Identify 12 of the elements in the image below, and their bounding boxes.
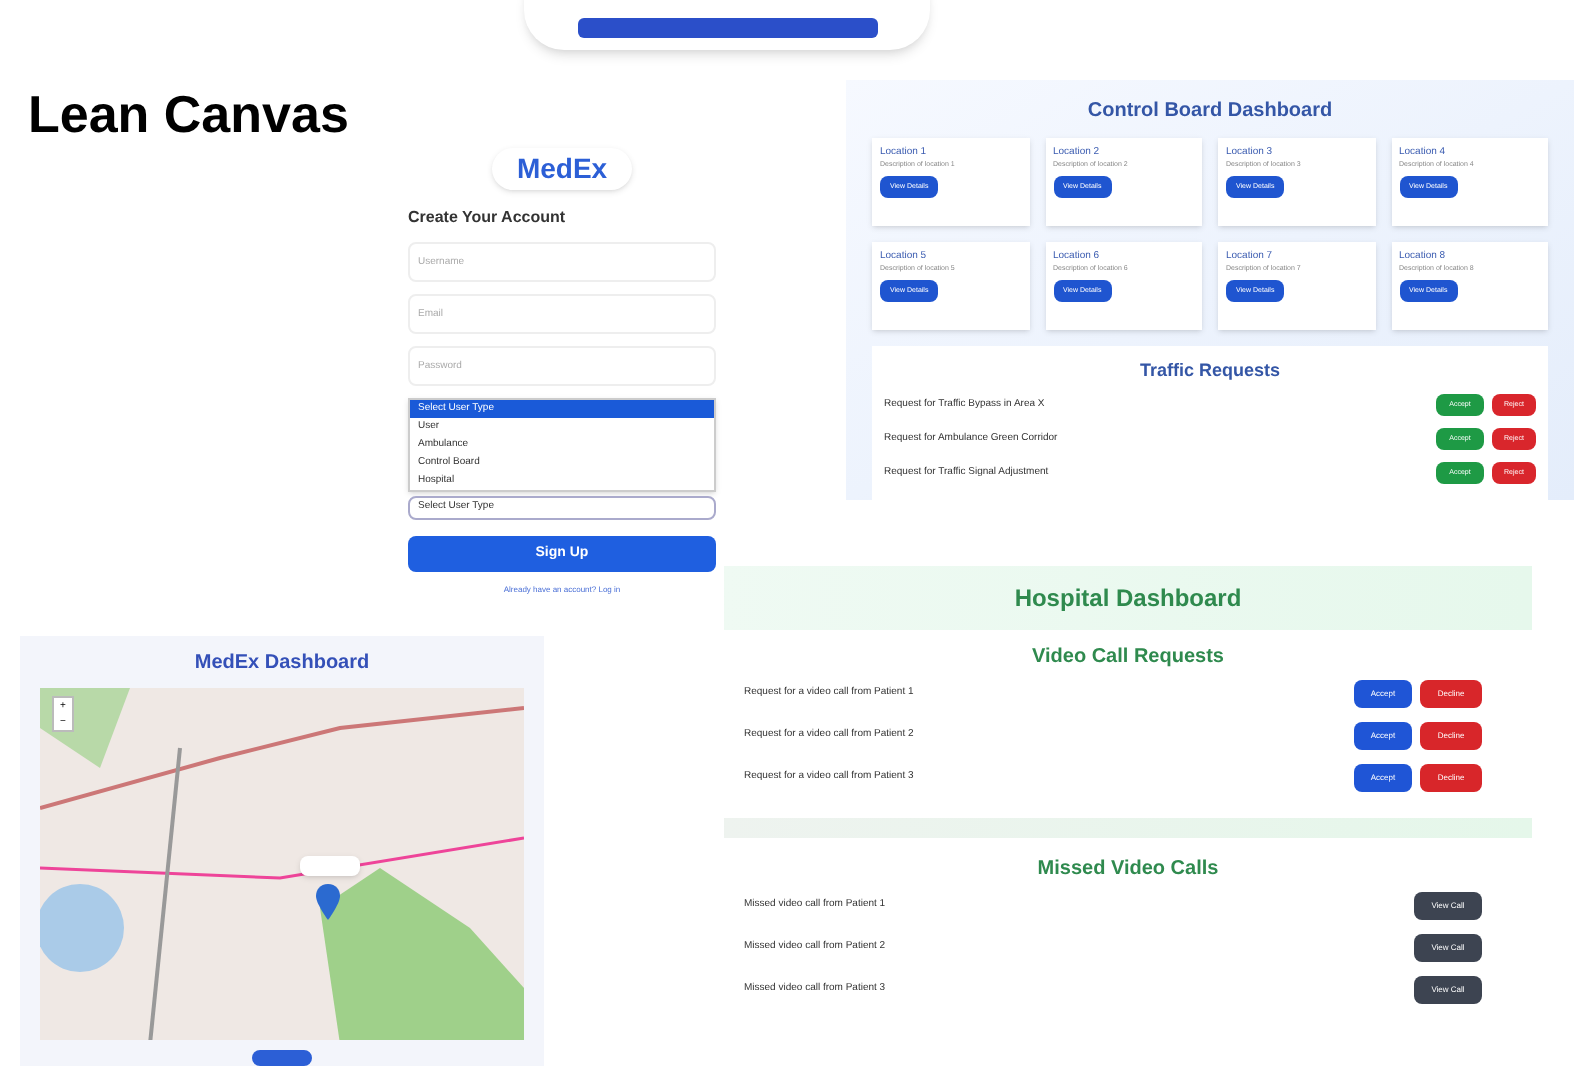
dashboard-title: Hospital Dashboard — [1014, 582, 1242, 616]
slide-title: Lean Canvas — [28, 82, 349, 148]
section-title: Traffic Requests — [1139, 358, 1281, 384]
section-title: Missed Video Calls — [1037, 856, 1219, 884]
section-title: Video Call Requests — [1032, 644, 1224, 672]
form-heading: Create Your Account — [408, 206, 568, 230]
marker-icon — [316, 884, 340, 920]
brand-title: MedEx — [492, 148, 632, 190]
popup-bubble — [300, 856, 360, 876]
dashboard-title: Control Board Dashboard — [1087, 98, 1333, 126]
action-button[interactable] — [252, 1050, 312, 1066]
dashboard-title: MedEx Dashboard — [194, 650, 370, 678]
